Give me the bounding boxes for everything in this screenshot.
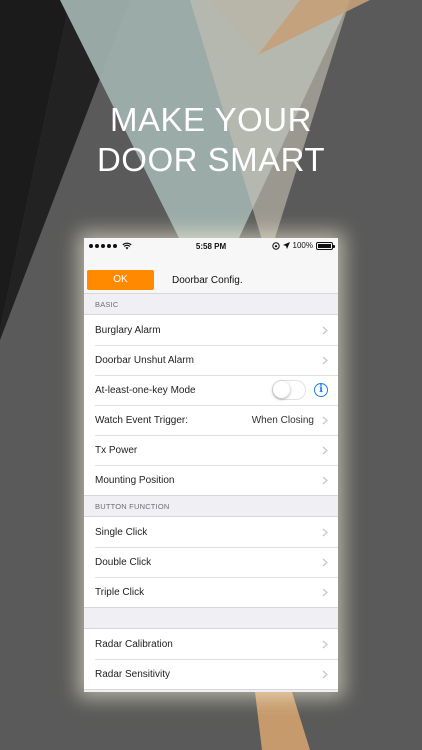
status-bar: 5:58 PM 100% xyxy=(84,238,338,256)
row-label: Burglary Alarm xyxy=(95,324,161,336)
row-doorbar-unshut-alarm[interactable]: Doorbar Unshut Alarm xyxy=(84,345,338,375)
row-radar-sensitivity[interactable]: Radar Sensitivity xyxy=(84,659,338,689)
chevron-right-icon xyxy=(322,588,328,596)
nav-bar: OK Doorbar Config. xyxy=(84,256,338,294)
chevron-right-icon xyxy=(322,528,328,536)
section-header-button-function: BUTTON FUNCTION xyxy=(95,502,170,511)
row-label: Radar Sensitivity xyxy=(95,668,171,680)
row-label: Tx Power xyxy=(95,444,138,456)
toggle-knob xyxy=(273,381,290,398)
battery-icon xyxy=(316,241,335,250)
row-single-click[interactable]: Single Click xyxy=(84,517,338,547)
button-function-group: Single Click Double Click Triple Click xyxy=(84,516,338,608)
at-least-one-key-mode-toggle[interactable] xyxy=(272,380,306,400)
headline-line-1: MAKE YOUR xyxy=(110,101,312,138)
row-double-click[interactable]: Double Click xyxy=(84,547,338,577)
chevron-right-icon xyxy=(322,640,328,648)
orientation-lock-icon xyxy=(271,241,280,250)
chevron-right-icon xyxy=(322,416,328,424)
basic-group: Burglary Alarm Doorbar Unshut Alarm At-l… xyxy=(84,314,338,496)
row-burglary-alarm[interactable]: Burglary Alarm xyxy=(84,315,338,345)
info-icon[interactable]: i xyxy=(314,383,328,397)
radar-group: Radar Calibration Radar Sensitivity xyxy=(84,628,338,690)
chevron-right-icon xyxy=(322,558,328,566)
location-arrow-icon xyxy=(282,242,290,249)
headline: MAKE YOUR DOOR SMART xyxy=(0,100,422,180)
row-label: Doorbar Unshut Alarm xyxy=(95,354,194,366)
tan-shard-bottom xyxy=(255,692,310,750)
row-radar-calibration[interactable]: Radar Calibration xyxy=(84,629,338,659)
row-label: At-least-one-key Mode xyxy=(95,384,196,396)
row-watch-event-trigger[interactable]: Watch Event Trigger: When Closing xyxy=(84,405,338,435)
row-label: Single Click xyxy=(95,526,148,538)
chevron-right-icon xyxy=(322,670,328,678)
row-at-least-one-key-mode: At-least-one-key Mode i xyxy=(84,375,338,405)
chevron-right-icon xyxy=(322,476,328,484)
headline-line-2: DOOR SMART xyxy=(96,141,326,178)
row-label: Mounting Position xyxy=(95,474,175,486)
ok-button[interactable]: OK xyxy=(87,270,154,290)
row-label: Double Click xyxy=(95,556,152,568)
row-label: Radar Calibration xyxy=(95,638,173,650)
section-header-basic: BASIC xyxy=(95,300,119,309)
row-triple-click[interactable]: Triple Click xyxy=(84,577,338,607)
battery-percent: 100% xyxy=(292,241,313,250)
row-mounting-position[interactable]: Mounting Position xyxy=(84,465,338,495)
chevron-right-icon xyxy=(322,356,328,364)
nav-title: Doorbar Config. xyxy=(172,275,243,286)
status-right: 100% xyxy=(271,241,335,250)
chevron-right-icon xyxy=(322,446,328,454)
row-label: Watch Event Trigger: xyxy=(95,414,188,426)
watch-event-trigger-value: When Closing xyxy=(251,414,314,426)
chevron-right-icon xyxy=(322,326,328,334)
phone-screen: 5:58 PM 100% OK Doorbar Config. BASIC Bu… xyxy=(84,238,338,692)
row-tx-power[interactable]: Tx Power xyxy=(84,435,338,465)
row-label: Triple Click xyxy=(95,586,145,598)
